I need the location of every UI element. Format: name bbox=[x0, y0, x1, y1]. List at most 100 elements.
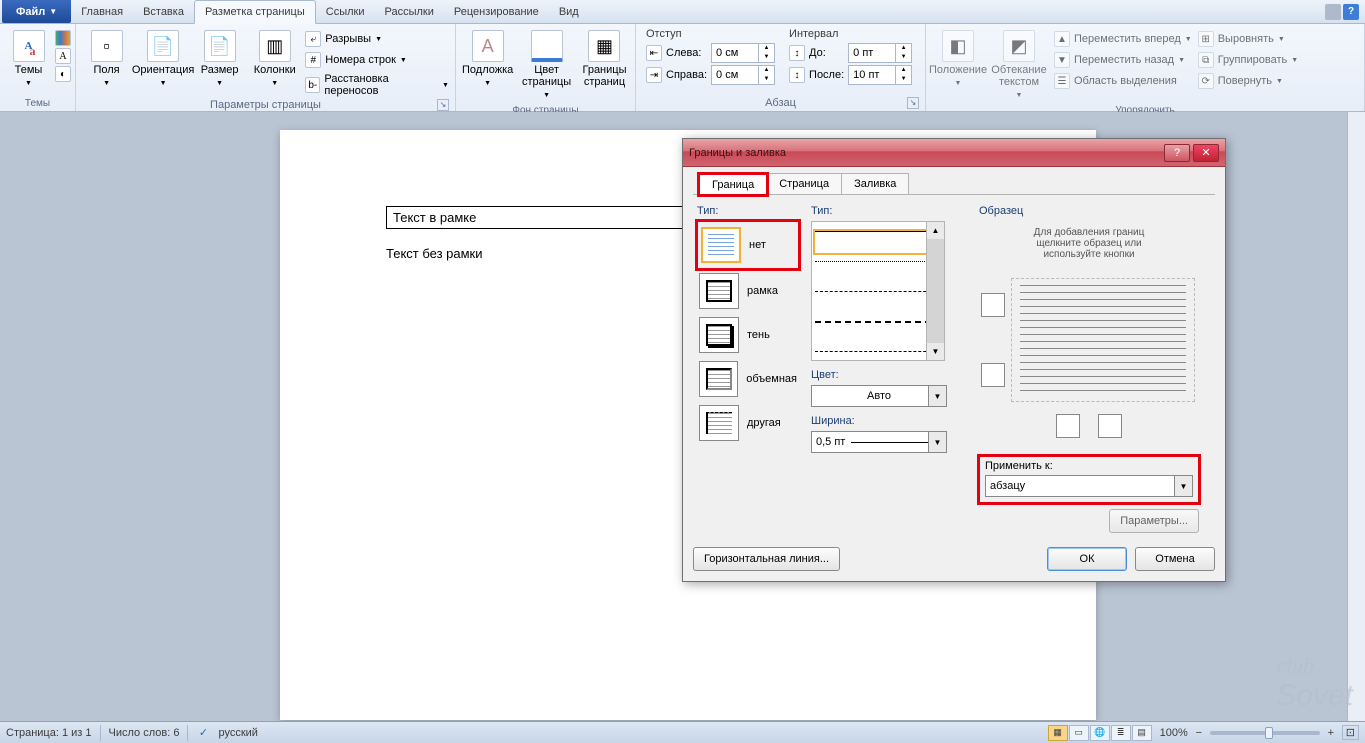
send-backward-icon: ▼ bbox=[1054, 52, 1070, 68]
group-label-paragraph: Абзац bbox=[765, 97, 796, 109]
zoom-control: 100% − + ⊡ bbox=[1160, 725, 1359, 740]
style-type-label: Тип: bbox=[811, 205, 967, 217]
border-width-combo[interactable]: 0,5 пт ▼ bbox=[811, 431, 947, 453]
width-label: Ширина: bbox=[811, 415, 967, 427]
setting-box[interactable]: рамка bbox=[697, 269, 799, 313]
breaks-button[interactable]: ⤶Разрывы ▼ bbox=[303, 30, 451, 48]
setting-type-label: Тип: bbox=[697, 205, 799, 217]
status-words[interactable]: Число слов: 6 bbox=[109, 727, 180, 739]
proofing-icon[interactable]: ✓ bbox=[196, 726, 210, 740]
file-tab[interactable]: Файл▼ bbox=[2, 0, 71, 23]
zoom-out-button[interactable]: − bbox=[1192, 727, 1206, 739]
columns-button[interactable]: ▥Колонки▼ bbox=[248, 28, 301, 92]
view-web-layout[interactable]: 🌐 bbox=[1090, 725, 1110, 741]
chevron-down-icon: ▼ bbox=[928, 432, 946, 452]
orientation-button[interactable]: 📄Ориентация▼ bbox=[135, 28, 191, 92]
view-print-layout[interactable]: ▦ bbox=[1048, 725, 1068, 741]
themes-button[interactable]: Aa Темы▼ bbox=[4, 28, 53, 92]
preview-sample[interactable] bbox=[1011, 278, 1195, 402]
dialog-close-button[interactable]: ✕ bbox=[1193, 144, 1219, 162]
tab-review[interactable]: Рецензирование bbox=[444, 0, 549, 23]
preview-left-button[interactable] bbox=[1056, 414, 1080, 438]
line-numbers-button[interactable]: #Номера строк ▼ bbox=[303, 51, 451, 69]
unframed-text[interactable]: Текст без рамки bbox=[386, 246, 483, 261]
help-icon[interactable]: ? bbox=[1343, 4, 1359, 20]
selection-pane-button[interactable]: ☰Область выделения bbox=[1052, 72, 1194, 90]
theme-effects-icon[interactable]: ◐ bbox=[55, 66, 71, 82]
params-button[interactable]: Параметры... bbox=[1109, 509, 1199, 533]
dialog-tab-shading[interactable]: Заливка bbox=[841, 173, 909, 194]
space-after-input[interactable]: 10 пт▲▼ bbox=[848, 65, 912, 85]
border-color-combo[interactable]: Авто ▼ bbox=[811, 385, 947, 407]
theme-fonts-icon[interactable]: A bbox=[55, 48, 71, 64]
apply-to-combo[interactable]: абзацу ▼ bbox=[985, 475, 1193, 497]
theme-colors-icon[interactable] bbox=[55, 30, 71, 46]
setting-3d[interactable]: объемная bbox=[697, 357, 799, 401]
cancel-button[interactable]: Отмена bbox=[1135, 547, 1215, 571]
tab-view[interactable]: Вид bbox=[549, 0, 589, 23]
breaks-icon: ⤶ bbox=[305, 31, 321, 47]
dialog-tab-border[interactable]: Граница bbox=[699, 174, 767, 195]
rotate-icon: ⟳ bbox=[1198, 73, 1214, 89]
indent-left-icon: ⇤ bbox=[646, 45, 662, 61]
bring-forward-button[interactable]: ▲Переместить вперед ▼ bbox=[1052, 30, 1194, 48]
group-label-page-params: Параметры страницы bbox=[210, 99, 321, 111]
preview-top-button[interactable] bbox=[981, 293, 1005, 317]
setting-shadow[interactable]: тень bbox=[697, 313, 799, 357]
setting-none[interactable]: нет bbox=[699, 223, 797, 267]
watermark-icon: A bbox=[472, 30, 504, 62]
tab-insert[interactable]: Вставка bbox=[133, 0, 194, 23]
tab-references[interactable]: Ссылки bbox=[316, 0, 375, 23]
status-language[interactable]: русский bbox=[218, 727, 257, 739]
view-full-screen[interactable]: ▭ bbox=[1069, 725, 1089, 741]
setting-3d-icon bbox=[699, 361, 738, 397]
wrap-text-button[interactable]: ◩Обтекание текстом▼ bbox=[988, 28, 1050, 104]
status-page[interactable]: Страница: 1 из 1 bbox=[6, 727, 92, 739]
dialog-titlebar[interactable]: Границы и заливка ? ✕ bbox=[683, 139, 1225, 167]
ok-button[interactable]: ОК bbox=[1047, 547, 1127, 571]
page-color-icon bbox=[531, 30, 563, 62]
dialog-launcher-icon[interactable]: ↘ bbox=[907, 97, 919, 109]
preview-bottom-button[interactable] bbox=[981, 363, 1005, 387]
watermark-button[interactable]: AПодложка▼ bbox=[460, 28, 515, 92]
hyphenation-button[interactable]: b-Расстановка переносов ▼ bbox=[303, 72, 451, 98]
position-button[interactable]: ◧Положение▼ bbox=[930, 28, 986, 92]
page-borders-button[interactable]: ▦Границы страниц bbox=[578, 28, 631, 90]
group-button[interactable]: ⧉Группировать ▼ bbox=[1196, 51, 1300, 69]
setting-custom[interactable]: другая bbox=[697, 401, 799, 445]
indent-left-input[interactable]: 0 см▲▼ bbox=[711, 43, 775, 63]
dialog-launcher-icon[interactable]: ↘ bbox=[437, 99, 449, 111]
margins-button[interactable]: ▫Поля▼ bbox=[80, 28, 133, 92]
tab-home[interactable]: Главная bbox=[71, 0, 133, 23]
border-style-list[interactable]: ▲▼ bbox=[811, 221, 945, 361]
zoom-in-button[interactable]: + bbox=[1324, 727, 1338, 739]
align-button[interactable]: ⊞Выровнять ▼ bbox=[1196, 30, 1300, 48]
size-button[interactable]: 📄Размер▼ bbox=[193, 28, 246, 92]
page-color-button[interactable]: Цвет страницы▼ bbox=[517, 28, 576, 104]
horizontal-line-button[interactable]: Горизонтальная линия... bbox=[693, 547, 840, 571]
status-bar: Страница: 1 из 1 Число слов: 6 ✓ русский… bbox=[0, 721, 1365, 743]
preview-hint: Для добавления границ щелкните образец и… bbox=[979, 227, 1199, 260]
minimize-ribbon-icon[interactable] bbox=[1325, 4, 1341, 20]
tab-mailings[interactable]: Рассылки bbox=[374, 0, 443, 23]
zoom-value[interactable]: 100% bbox=[1160, 727, 1188, 739]
chevron-down-icon: ▼ bbox=[49, 7, 57, 16]
tab-page-layout[interactable]: Разметка страницы bbox=[194, 0, 316, 24]
zoom-fit-button[interactable]: ⊡ bbox=[1342, 725, 1359, 740]
vertical-ruler[interactable] bbox=[1347, 112, 1365, 721]
group-label-themes: Темы bbox=[4, 97, 71, 111]
rotate-button[interactable]: ⟳Повернуть ▼ bbox=[1196, 72, 1300, 90]
style-scrollbar[interactable]: ▲▼ bbox=[926, 222, 944, 360]
dialog-help-button[interactable]: ? bbox=[1164, 144, 1190, 162]
dialog-tab-page[interactable]: Страница bbox=[766, 173, 842, 194]
space-before-input[interactable]: 0 пт▲▼ bbox=[848, 43, 912, 63]
view-outline[interactable]: ≣ bbox=[1111, 725, 1131, 741]
page-borders-icon: ▦ bbox=[588, 30, 620, 62]
interval-label: Интервал bbox=[789, 28, 912, 40]
indent-right-input[interactable]: 0 см▲▼ bbox=[711, 65, 775, 85]
setting-box-icon bbox=[699, 273, 739, 309]
view-draft[interactable]: ▤ bbox=[1132, 725, 1152, 741]
zoom-slider[interactable] bbox=[1210, 731, 1320, 735]
preview-right-button[interactable] bbox=[1098, 414, 1122, 438]
send-backward-button[interactable]: ▼Переместить назад ▼ bbox=[1052, 51, 1194, 69]
